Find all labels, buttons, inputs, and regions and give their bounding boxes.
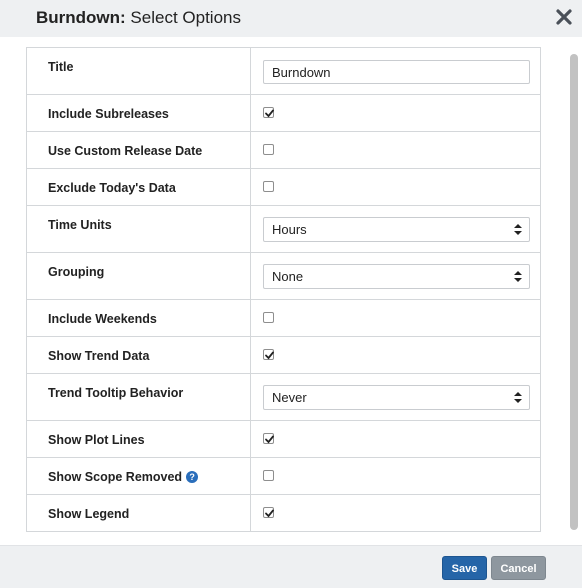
include-weekends-checkbox[interactable]: [263, 312, 274, 323]
show-trend-data-checkbox[interactable]: [263, 349, 274, 360]
grouping-select[interactable]: None: [263, 264, 530, 289]
checkmark-icon: [265, 351, 274, 360]
help-icon[interactable]: ?: [186, 471, 199, 483]
dialog-title-rest: Select Options: [125, 8, 241, 27]
dialog-header: Burndown: Select Options: [0, 0, 582, 37]
option-label: Show Legend: [26, 494, 251, 532]
checkmark-icon: [265, 435, 274, 444]
include-subreleases-checkbox[interactable]: [263, 107, 274, 118]
option-row-time-units: Time Units Hours: [26, 205, 541, 253]
select-updown-icon: [514, 392, 522, 403]
option-row-exclude-todays-data: Exclude Today's Data: [26, 168, 541, 206]
save-button[interactable]: Save: [442, 556, 487, 580]
use-custom-release-date-checkbox[interactable]: [263, 144, 274, 155]
option-label: Show Trend Data: [26, 336, 251, 374]
show-plot-lines-checkbox[interactable]: [263, 433, 274, 444]
option-label-text: Show Scope Removed: [48, 470, 183, 484]
option-row-trend-tooltip-behavior: Trend Tooltip Behavior Never: [26, 373, 541, 421]
option-row-include-weekends: Include Weekends: [26, 299, 541, 337]
trend-tooltip-behavior-select[interactable]: Never: [263, 385, 530, 410]
option-label: Show Plot Lines: [26, 420, 251, 458]
option-label: Trend Tooltip Behavior: [26, 373, 251, 421]
grouping-selected-value: None: [272, 269, 304, 284]
option-label: Include Weekends: [26, 299, 251, 337]
show-scope-removed-checkbox[interactable]: [263, 470, 274, 481]
option-row-title: Title: [26, 47, 541, 95]
option-label: Exclude Today's Data: [26, 168, 251, 206]
time-units-select[interactable]: Hours: [263, 217, 530, 242]
option-row-show-legend: Show Legend: [26, 494, 541, 532]
option-row-show-scope-removed: Show Scope Removed?: [26, 457, 541, 495]
dialog-footer: Save Cancel: [0, 545, 582, 588]
option-row-show-plot-lines: Show Plot Lines: [26, 420, 541, 458]
scrollbar-thumb[interactable]: [570, 54, 578, 530]
cancel-button[interactable]: Cancel: [491, 556, 546, 580]
trend-tooltip-selected-value: Never: [272, 390, 307, 405]
select-updown-icon: [514, 271, 522, 282]
dialog-title-bold: Burndown:: [36, 8, 126, 27]
exclude-todays-data-checkbox[interactable]: [263, 181, 274, 192]
time-units-selected-value: Hours: [272, 222, 307, 237]
option-label: Grouping: [26, 252, 251, 300]
option-row-use-custom-release-date: Use Custom Release Date: [26, 131, 541, 169]
option-label: Include Subreleases: [26, 94, 251, 132]
option-row-include-subreleases: Include Subreleases: [26, 94, 541, 132]
option-label: Time Units: [26, 205, 251, 253]
option-row-grouping: Grouping None: [26, 252, 541, 300]
option-label: Use Custom Release Date: [26, 131, 251, 169]
option-row-show-trend-data: Show Trend Data: [26, 336, 541, 374]
dialog-title: Burndown: Select Options: [36, 8, 241, 28]
show-legend-checkbox[interactable]: [263, 507, 274, 518]
select-updown-icon: [514, 224, 522, 235]
checkmark-icon: [265, 509, 274, 518]
option-label: Title: [26, 47, 251, 95]
close-icon[interactable]: [553, 6, 575, 28]
options-table: Title Include Subreleases Use Custom Rel…: [26, 47, 541, 532]
scrollbar[interactable]: [568, 44, 580, 534]
option-label: Show Scope Removed?: [26, 457, 251, 495]
checkmark-icon: [265, 109, 274, 118]
title-input[interactable]: [263, 60, 530, 84]
